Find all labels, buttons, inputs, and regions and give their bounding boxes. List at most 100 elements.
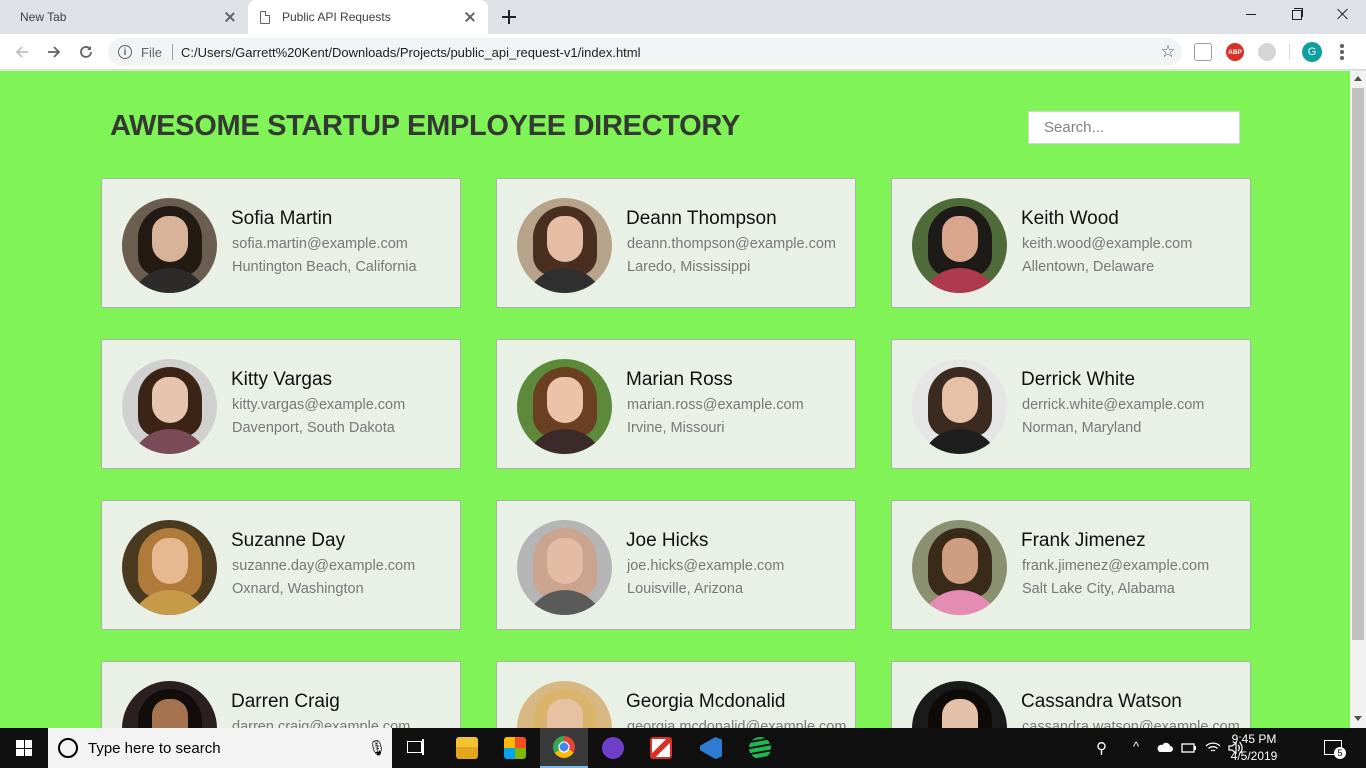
employee-name: Suzanne Day bbox=[231, 530, 346, 551]
employee-location: Oxnard, Washington bbox=[232, 581, 364, 597]
tab-new-tab[interactable]: New Tab bbox=[0, 0, 248, 34]
chevron-up-icon[interactable]: ^ bbox=[1133, 739, 1151, 757]
taskbar-search-placeholder: Type here to search bbox=[88, 739, 221, 757]
employee-name: Frank Jimenez bbox=[1021, 530, 1146, 551]
back-button[interactable] bbox=[8, 38, 36, 66]
address-url[interactable]: C:/Users/Garrett%20Kent/Downloads/Projec… bbox=[181, 45, 1154, 60]
employee-card[interactable]: Derrick White derrick.white@example.com No… bbox=[891, 339, 1251, 469]
employee-name: Georgia Mcdonalid bbox=[626, 691, 786, 712]
windows-start-button[interactable] bbox=[0, 728, 48, 768]
employee-card[interactable]: Joe Hicks joe.hicks@example.com Louisville… bbox=[496, 500, 856, 630]
avatar bbox=[517, 681, 612, 728]
forward-button[interactable] bbox=[40, 38, 68, 66]
employee-card[interactable]: Frank Jimenez frank.jimenez@example.com Sa… bbox=[891, 500, 1251, 630]
employee-name: Keith Wood bbox=[1021, 208, 1119, 229]
avatar bbox=[122, 681, 217, 728]
scrollbar[interactable] bbox=[1350, 71, 1366, 728]
employee-location: Laredo, Mississippi bbox=[627, 259, 751, 275]
pocket-icon[interactable] bbox=[1194, 43, 1212, 61]
employee-email: marian.ross@example.com bbox=[627, 397, 804, 413]
scroll-down-arrow-icon[interactable] bbox=[1354, 716, 1362, 721]
system-clock[interactable]: 9:45 PM 4/5/2019 bbox=[1224, 731, 1284, 765]
restore-button[interactable] bbox=[1274, 0, 1320, 30]
new-tab-button[interactable] bbox=[497, 5, 521, 29]
employee-name: Deann Thompson bbox=[626, 208, 777, 229]
employee-card[interactable]: Suzanne Day suzanne.day@example.com Oxnard… bbox=[101, 500, 461, 630]
avatar bbox=[912, 681, 1007, 728]
scroll-up-arrow-icon[interactable] bbox=[1354, 76, 1362, 81]
scrollbar-thumb[interactable] bbox=[1352, 88, 1364, 640]
microphone-icon[interactable]: 🎙 bbox=[362, 739, 392, 757]
taskbar: Type here to search 🎙 ⚲ ^ 9:45 PM 4/5/20… bbox=[0, 728, 1366, 768]
profile-avatar[interactable]: G bbox=[1302, 42, 1322, 62]
file-explorer-icon[interactable] bbox=[443, 728, 491, 768]
employee-name: Kitty Vargas bbox=[231, 369, 333, 390]
employee-card[interactable]: Darren Craig darren.craig@example.com bbox=[101, 661, 461, 728]
employee-name: Cassandra Watson bbox=[1021, 691, 1182, 712]
task-view-icon[interactable] bbox=[404, 736, 428, 760]
notification-center-icon[interactable]: 5 bbox=[1318, 736, 1346, 760]
avatar bbox=[912, 359, 1007, 454]
employee-location: Allentown, Delaware bbox=[1022, 259, 1155, 275]
employee-location: Louisville, Arizona bbox=[627, 581, 744, 597]
employee-name: Joe Hicks bbox=[626, 530, 709, 551]
extension-icon[interactable] bbox=[1258, 43, 1276, 61]
menu-icon[interactable] bbox=[1336, 42, 1348, 62]
close-window-button[interactable] bbox=[1320, 0, 1366, 30]
employee-card[interactable]: Georgia Mcdonalid georgia.mcdonalid@examp… bbox=[496, 661, 856, 728]
arrow-left-icon bbox=[15, 46, 28, 58]
minimize-button[interactable] bbox=[1228, 0, 1274, 30]
employee-email: derrick.white@example.com bbox=[1022, 397, 1205, 413]
avatar bbox=[517, 198, 612, 293]
store-icon[interactable] bbox=[491, 728, 539, 768]
employee-location: Huntington Beach, California bbox=[232, 259, 417, 275]
avatar bbox=[122, 520, 217, 615]
arrow-right-icon bbox=[48, 46, 61, 58]
vscode-icon[interactable] bbox=[687, 728, 735, 768]
notification-count-badge: 5 bbox=[1334, 747, 1346, 759]
github-desktop-icon[interactable] bbox=[589, 728, 637, 768]
info-icon[interactable]: i bbox=[118, 45, 132, 59]
close-icon[interactable] bbox=[462, 9, 478, 25]
page-viewport: AWESOME STARTUP EMPLOYEE DIRECTORY Sofia… bbox=[0, 71, 1350, 728]
employee-name: Derrick White bbox=[1021, 369, 1136, 390]
tab-title: Public API Requests bbox=[282, 10, 391, 24]
employee-card[interactable]: Marian Ross marian.ross@example.com Irvine… bbox=[496, 339, 856, 469]
reload-button[interactable] bbox=[72, 38, 100, 66]
battery-icon[interactable] bbox=[1180, 739, 1198, 757]
avatar bbox=[517, 520, 612, 615]
onedrive-icon[interactable] bbox=[1156, 739, 1174, 757]
divider bbox=[1289, 44, 1290, 60]
taskbar-search-box[interactable]: Type here to search 🎙 bbox=[48, 728, 392, 768]
document-icon bbox=[260, 10, 270, 24]
tab-public-api-requests[interactable]: Public API Requests bbox=[248, 0, 488, 34]
search-input[interactable] bbox=[1028, 111, 1240, 144]
employee-card[interactable]: Cassandra Watson cassandra.watson@example… bbox=[891, 661, 1251, 728]
employee-card[interactable]: Deann Thompson deann.thompson@example.com… bbox=[496, 178, 856, 308]
employee-email: kitty.vargas@example.com bbox=[232, 397, 406, 413]
employee-location: Salt Lake City, Alabama bbox=[1022, 581, 1175, 597]
employee-card[interactable]: Keith Wood keith.wood@example.com Allentow… bbox=[891, 178, 1251, 308]
people-icon[interactable]: ⚲ bbox=[1096, 739, 1114, 757]
avatar bbox=[122, 198, 217, 293]
spotify-icon[interactable] bbox=[736, 728, 784, 768]
close-icon[interactable] bbox=[222, 9, 238, 25]
tab-strip: New Tab Public API Requests bbox=[0, 0, 1366, 34]
employee-email: deann.thompson@example.com bbox=[627, 236, 836, 252]
employee-location: Norman, Maryland bbox=[1022, 420, 1142, 436]
wifi-icon[interactable] bbox=[1204, 739, 1222, 757]
address-bar[interactable]: i File C:/Users/Garrett%20Kent/Downloads… bbox=[108, 38, 1182, 66]
employee-email: suzanne.day@example.com bbox=[232, 558, 416, 574]
employee-name: Sofia Martin bbox=[231, 208, 333, 229]
star-icon[interactable]: ☆ bbox=[1154, 42, 1182, 62]
address-scheme: File bbox=[141, 44, 162, 60]
avatar bbox=[122, 359, 217, 454]
avatar bbox=[517, 359, 612, 454]
avatar bbox=[912, 520, 1007, 615]
gmail-icon[interactable] bbox=[637, 728, 685, 768]
employee-location: Davenport, South Dakota bbox=[232, 420, 395, 436]
employee-card[interactable]: Sofia Martin sofia.martin@example.com Hunt… bbox=[101, 178, 461, 308]
chrome-icon[interactable] bbox=[540, 728, 588, 768]
adblock-plus-icon[interactable]: ABP bbox=[1226, 43, 1244, 61]
employee-card[interactable]: Kitty Vargas kitty.vargas@example.com Dave… bbox=[101, 339, 461, 469]
